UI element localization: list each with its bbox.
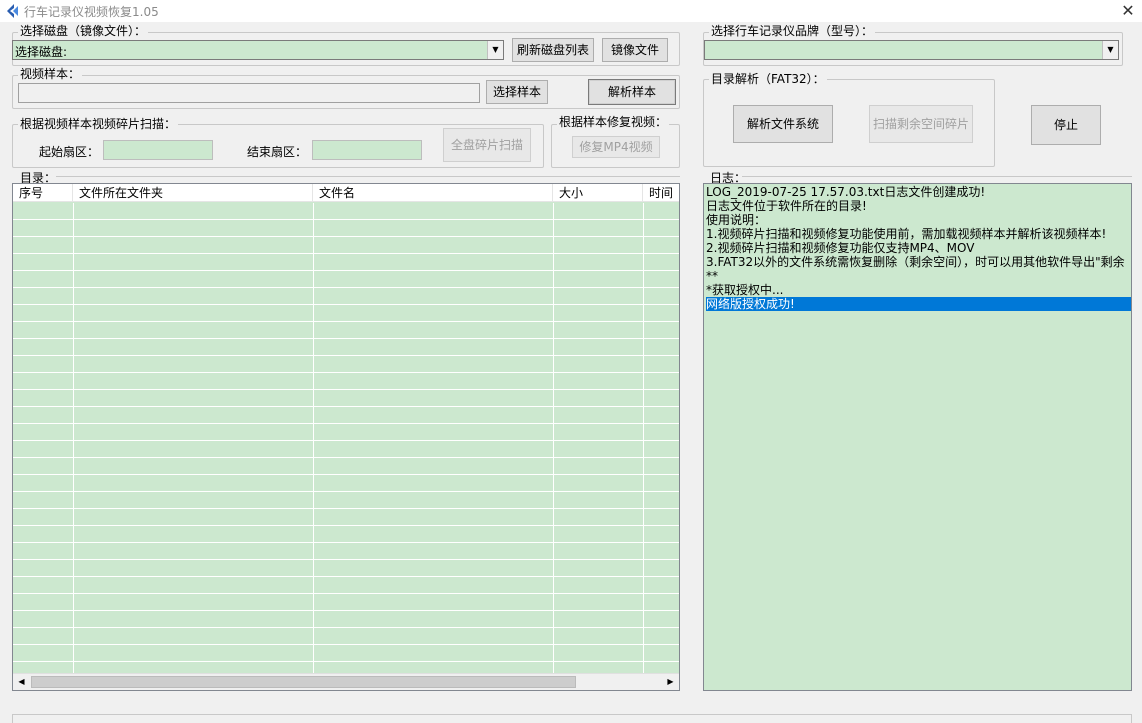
directory-label-line (56, 176, 680, 177)
end-sector-label: 结束扇区： (247, 145, 308, 159)
column-header-folder[interactable]: 文件所在文件夹 (73, 184, 313, 202)
column-divider (643, 203, 644, 673)
disk-combo[interactable]: 选择磁盘: ▼ (12, 40, 504, 60)
scrollbar-thumb[interactable] (31, 676, 576, 688)
log-line: 使用说明： (706, 213, 767, 227)
start-sector-field[interactable] (103, 140, 213, 160)
column-header-filename[interactable]: 文件名 (313, 184, 553, 202)
disk-combo-value: 选择磁盘: (15, 45, 68, 59)
scan-free-space-button[interactable]: 扫描剩余空间碎片 (869, 105, 973, 143)
brand-combo[interactable]: ▼ (704, 40, 1119, 60)
log-label-line (742, 176, 1132, 177)
full-disk-scan-button[interactable]: 全盘碎片扫描 (443, 128, 531, 162)
refresh-disk-list-button[interactable]: 刷新磁盘列表 (512, 38, 594, 62)
log-textbox[interactable]: LOG_2019-07-25 17.57.03.txt日志文件创建成功! 日志文… (703, 183, 1132, 691)
scan-group-label: 根据视频样本视频碎片扫描： (18, 117, 179, 131)
log-line: 3.FAT32以外的文件系统需恢复删除（剩余空间），时可以用其他软件导出"剩余 (706, 255, 1125, 269)
chevron-down-icon[interactable]: ▼ (487, 41, 503, 59)
log-line: 1.视频碎片扫描和视频修复功能使用前，需加载视频样本并解析该视频样本! (706, 227, 1107, 241)
stop-button[interactable]: 停止 (1031, 105, 1101, 145)
table-rows (13, 203, 679, 673)
sample-group-label: 视频样本： (18, 67, 83, 81)
scroll-right-icon[interactable]: ▶ (662, 674, 679, 690)
column-header-size[interactable]: 大小 (553, 184, 643, 202)
parse-file-system-button[interactable]: 解析文件系统 (733, 105, 833, 143)
repair-group-label: 根据样本修复视频： (557, 115, 670, 129)
end-sector-field[interactable] (312, 140, 422, 160)
start-sector-label: 起始扇区： (39, 145, 100, 159)
scroll-left-icon[interactable]: ◀ (13, 674, 30, 690)
horizontal-scrollbar[interactable]: ◀ ▶ (13, 673, 679, 690)
column-divider (313, 203, 314, 673)
log-line: ** (706, 269, 718, 283)
back-arrow-icon (7, 4, 18, 18)
brand-group-label: 选择行车记录仪品牌（型号）： (709, 24, 876, 38)
column-divider (73, 203, 74, 673)
directory-table[interactable]: 序号 文件所在文件夹 文件名 大小 时间 ◀ ▶ (12, 183, 680, 691)
dir-parse-group-label: 目录解析（FAT32）： (709, 72, 827, 86)
window-title: 行车记录仪视频恢复1.05 (24, 5, 159, 19)
title-bar: 行车记录仪视频恢复1.05 ✕ (0, 0, 1142, 22)
disk-group-label: 选择磁盘（镜像文件）： (18, 24, 149, 38)
column-header-index[interactable]: 序号 (13, 184, 73, 202)
column-divider (553, 203, 554, 673)
sample-path-field[interactable] (18, 83, 480, 103)
log-line: *获取授权中... (706, 283, 784, 297)
log-line-selected: 网络版授权成功! (706, 297, 1131, 311)
parse-sample-button[interactable]: 解析样本 (588, 79, 676, 105)
status-bar (12, 714, 1132, 723)
image-file-button[interactable]: 镜像文件 (602, 38, 668, 62)
chevron-down-icon[interactable]: ▼ (1102, 41, 1118, 59)
repair-mp4-button[interactable]: 修复MP4视频 (572, 136, 660, 158)
select-sample-button[interactable]: 选择样本 (486, 80, 548, 104)
column-header-time[interactable]: 时间 (643, 184, 679, 202)
log-line: 2.视频碎片扫描和视频修复功能仅支持MP4、MOV (706, 241, 975, 255)
log-line: 日志文件位于软件所在的目录! (706, 199, 867, 213)
log-line: LOG_2019-07-25 17.57.03.txt日志文件创建成功! (706, 185, 986, 199)
close-button[interactable]: ✕ (1114, 0, 1142, 22)
